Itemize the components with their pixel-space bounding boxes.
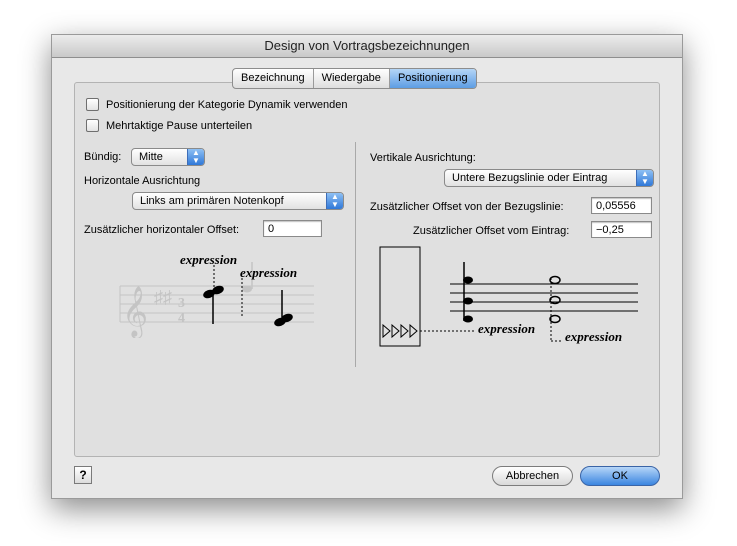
vertical-align-popup[interactable]: Untere Bezugslinie oder Eintrag ▲ ▼: [444, 169, 654, 187]
right-preview-image: expression expression: [379, 246, 638, 347]
tab-bezeichnung[interactable]: Bezeichnung: [233, 69, 314, 88]
vertical-align-value: Untere Bezugslinie oder Eintrag: [452, 172, 608, 184]
right-expression-2: expression: [565, 329, 622, 344]
h-offset-label: Zusätzlicher horizontaler Offset:: [84, 224, 240, 236]
horizontal-align-popup[interactable]: Links am primären Notenkopf ▲ ▼: [132, 192, 344, 210]
popup-arrows-icon: ▲ ▼: [326, 193, 343, 209]
key-signature-icon: ♯♯: [154, 287, 172, 307]
baseline-offset-field[interactable]: 0,05556: [591, 197, 652, 214]
entry-offset-field[interactable]: −0,25: [591, 221, 652, 238]
left-preview-image: 𝄞 ♯♯ 3 4 expression expression: [119, 252, 314, 338]
ok-button[interactable]: OK: [580, 466, 660, 486]
tab-wiedergabe[interactable]: Wiedergabe: [314, 69, 390, 88]
align-popup-value: Mitte: [139, 151, 163, 163]
h-offset-field[interactable]: 0: [263, 220, 322, 237]
right-expression-1: expression: [478, 321, 535, 336]
multimeasure-rest-label: Mehrtaktige Pause unterteilen: [106, 119, 253, 132]
dynamic-category-checkbox[interactable]: [86, 98, 99, 111]
window-title: Design von Vortragsbezeichnungen: [52, 35, 682, 58]
tab-positionierung[interactable]: Positionierung: [389, 69, 476, 88]
svg-text:3: 3: [178, 296, 185, 311]
left-expression-1: expression: [180, 252, 237, 267]
dynamic-category-checkbox-row[interactable]: Positionierung der Kategorie Dynamik ver…: [86, 98, 348, 111]
cancel-button[interactable]: Abbrechen: [492, 466, 573, 486]
multimeasure-rest-checkbox-row[interactable]: Mehrtaktige Pause unterteilen: [86, 119, 252, 132]
horizontal-align-label: Horizontale Ausrichtung: [84, 175, 201, 187]
column-divider: [355, 142, 356, 367]
horizontal-align-value: Links am primären Notenkopf: [140, 195, 284, 207]
tab-bar: Bezeichnung Wiedergabe Positionierung: [232, 68, 477, 89]
multimeasure-rest-checkbox[interactable]: [86, 119, 99, 132]
help-button[interactable]: ?: [74, 466, 92, 484]
popup-arrows-icon: ▲ ▼: [636, 170, 653, 186]
left-expression-2: expression: [240, 265, 297, 280]
align-label: Bündig:: [84, 151, 122, 163]
dynamic-category-label: Positionierung der Kategorie Dynamik ver…: [106, 98, 348, 111]
entry-offset-label: Zusätzlicher Offset vom Eintrag:: [413, 225, 570, 237]
align-popup[interactable]: Mitte ▲ ▼: [131, 148, 205, 166]
baseline-offset-label: Zusätzlicher Offset von der Bezugslinie:: [370, 201, 564, 213]
vertical-align-label: Vertikale Ausrichtung:: [370, 152, 476, 164]
svg-text:4: 4: [178, 311, 185, 326]
popup-arrows-icon: ▲ ▼: [187, 149, 204, 165]
treble-clef-icon: 𝄞: [122, 287, 148, 338]
